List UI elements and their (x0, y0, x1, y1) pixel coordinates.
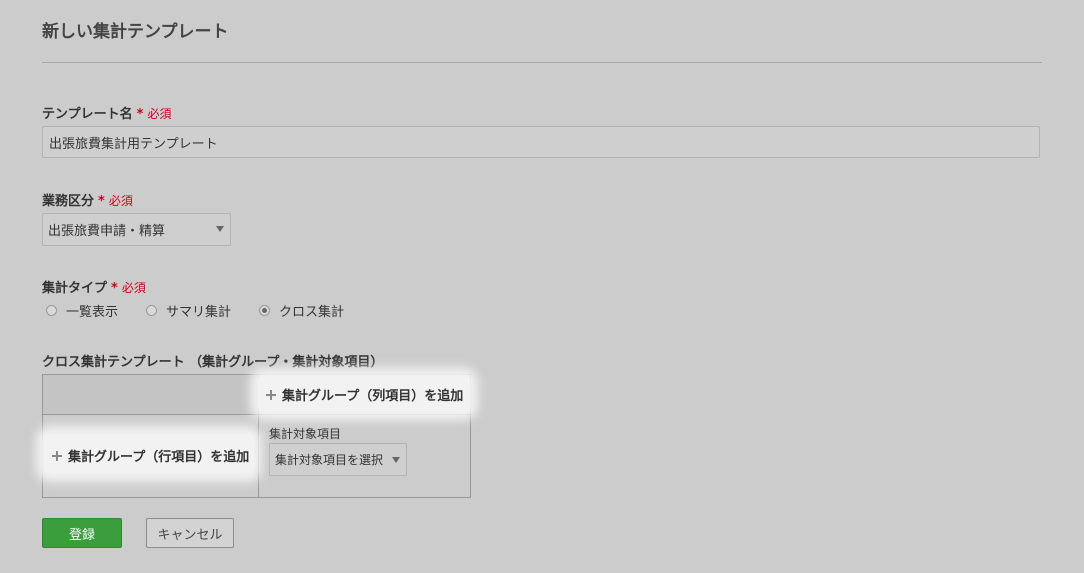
caret-down-icon (392, 457, 400, 463)
table-corner-cell (43, 375, 259, 415)
template-name-label: テンプレート名 * 必須 (42, 103, 171, 122)
radio-cross[interactable]: クロス集計 (259, 301, 344, 320)
add-column-group-label: 集計グループ（列項目）を追加 (282, 389, 464, 404)
required-text: 必須 (108, 194, 133, 208)
add-row-group-label: 集計グループ（行項目）を追加 (68, 450, 250, 465)
aggregation-type-radio-group: 一覧表示 サマリ集計 クロス集計 (46, 301, 372, 320)
plus-icon (266, 389, 276, 400)
radio-summary[interactable]: サマリ集計 (146, 301, 231, 320)
target-item-select[interactable]: 集計対象項目を選択 (269, 443, 407, 476)
caret-down-icon (216, 226, 224, 232)
target-item-label: 集計対象項目 (269, 427, 342, 441)
business-category-label: 業務区分 * 必須 (42, 190, 133, 209)
business-category-select[interactable]: 出張旅費申請・精算 (42, 213, 231, 246)
cancel-button[interactable]: キャンセル (146, 518, 234, 548)
radio-label: サマリ集計 (166, 305, 232, 320)
radio-label: クロス集計 (279, 305, 345, 320)
radio-button-checked[interactable] (259, 305, 271, 316)
add-column-group-button[interactable]: 集計グループ（列項目）を追加 (266, 385, 463, 404)
radio-label: 一覧表示 (66, 305, 119, 320)
target-item-cell: 集計対象項目 集計対象項目を選択 (259, 415, 470, 497)
aggregation-type-label-text: 集計タイプ (42, 281, 108, 296)
business-category-selected-value: 出張旅費申請・精算 (48, 224, 166, 239)
aggregation-type-label: 集計タイプ * 必須 (42, 277, 146, 296)
cross-template-label: クロス集計テンプレート （集計グループ・集計対象項目） (42, 355, 384, 370)
add-row-group-button[interactable]: 集計グループ（行項目）を追加 (52, 446, 249, 465)
radio-button[interactable] (46, 305, 57, 316)
plus-icon (52, 450, 62, 461)
template-name-input[interactable] (42, 126, 1040, 158)
template-name-label-text: テンプレート名 (42, 107, 133, 122)
target-item-select-value: 集計対象項目を選択 (275, 453, 384, 467)
page-title: 新しい集計テンプレート (42, 22, 229, 42)
required-star: * (111, 281, 118, 296)
business-category-label-text: 業務区分 (42, 194, 95, 209)
required-star: * (136, 107, 144, 122)
required-text: 必須 (121, 281, 146, 295)
radio-button[interactable] (146, 305, 158, 316)
required-text: 必須 (147, 107, 172, 121)
radio-list-view[interactable]: 一覧表示 (46, 301, 118, 320)
submit-button[interactable]: 登録 (42, 518, 122, 548)
title-divider (42, 62, 1042, 63)
required-star: * (98, 194, 105, 209)
